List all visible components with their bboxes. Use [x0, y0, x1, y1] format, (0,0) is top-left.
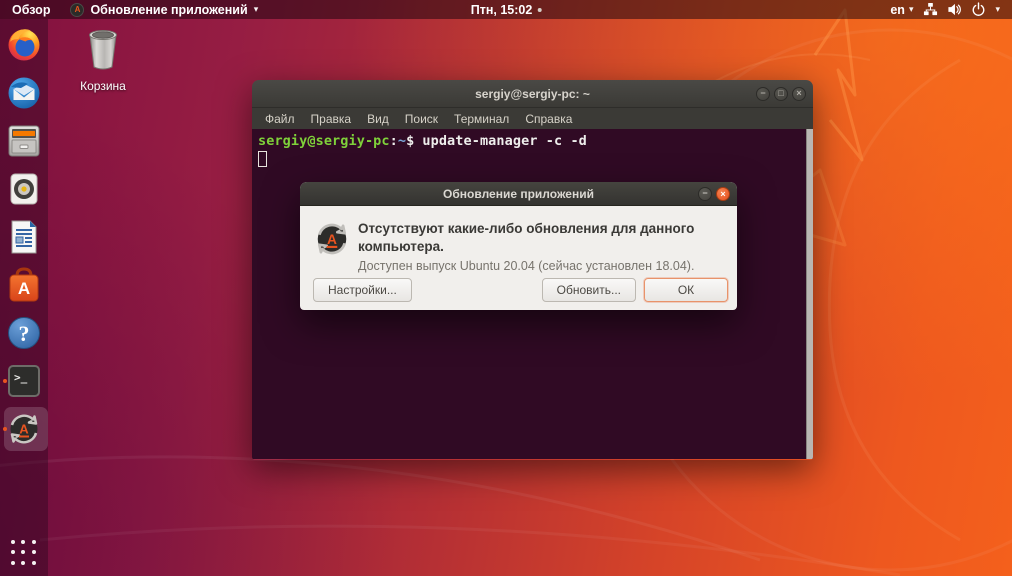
volume-icon: [948, 3, 962, 16]
thunderbird-icon: [8, 77, 40, 109]
dialog-detail: Доступен выпуск Ubuntu 20.04 (сейчас уст…: [358, 259, 695, 273]
files-icon: [8, 125, 40, 157]
window-title: sergiy@sergiy-pc: ~: [475, 86, 590, 101]
dialog-titlebar[interactable]: Обновление приложений − ×: [300, 182, 737, 206]
dialog-heading: Отсутствуют какие-либо обновления для да…: [358, 221, 695, 254]
dialog-content: A Отсутствуют какие-либо обновления для …: [300, 206, 737, 310]
dialog-button-row: Настройки... Обновить... ОК: [313, 278, 728, 302]
software-updater-icon: A: [317, 223, 347, 255]
app-menu-button[interactable]: A Обновление приложений ▾: [62, 0, 266, 19]
chevron-down-icon: ▾: [995, 4, 1000, 14]
prompt-user-host: sergiy@sergiy-pc: [258, 133, 390, 149]
trash-icon: [89, 30, 117, 70]
keyboard-layout-label: en: [890, 2, 905, 17]
chevron-down-icon: ▾: [253, 4, 259, 14]
notification-dot: [537, 7, 542, 12]
prompt-path: ~: [397, 133, 407, 149]
terminal-command: update-manager -c -d: [422, 133, 587, 149]
clock-label: Птн, 15:02: [470, 2, 533, 17]
chevron-down-icon: ▾: [908, 4, 914, 14]
menu-edit[interactable]: Правка: [303, 112, 360, 126]
close-button[interactable]: ×: [792, 86, 806, 101]
trash-label: Корзина: [80, 79, 126, 93]
keyboard-layout-button[interactable]: en ▾: [890, 3, 913, 17]
updater-letter: A: [19, 422, 29, 437]
sidebar-item-help[interactable]: ?: [2, 315, 46, 351]
top-bar: Обзор A Обновление приложений ▾ Птн, 15:…: [0, 0, 1012, 19]
system-menu-button[interactable]: ▾: [923, 2, 1000, 17]
upgrade-button[interactable]: Обновить...: [541, 278, 636, 302]
sidebar-item-ubuntu-software[interactable]: A: [2, 267, 46, 303]
dialog-title: Обновление приложений: [443, 186, 594, 201]
menu-terminal[interactable]: Терминал: [446, 112, 517, 126]
terminal-icon: >_: [8, 365, 40, 397]
svg-text:A: A: [327, 232, 337, 247]
terminal-menubar: Файл Правка Вид Поиск Терминал Справка: [252, 108, 813, 129]
activities-button[interactable]: Обзор: [0, 0, 62, 19]
sidebar-item-thunderbird[interactable]: [2, 75, 46, 111]
sidebar-item-terminal[interactable]: >_: [2, 363, 46, 399]
network-wired-icon: [924, 2, 938, 16]
power-icon: [973, 2, 985, 16]
help-icon: ?: [8, 317, 40, 349]
clock-button[interactable]: Птн, 15:02: [463, 0, 550, 19]
terminal-titlebar[interactable]: sergiy@sergiy-pc: ~ − □ ×: [252, 80, 813, 108]
menu-search[interactable]: Поиск: [397, 112, 446, 126]
settings-button[interactable]: Настройки...: [313, 278, 412, 302]
sidebar-item-software-updater[interactable]: A: [2, 407, 48, 451]
ubuntu-software-icon: A: [9, 267, 39, 302]
terminal-scrollbar[interactable]: [806, 129, 813, 459]
sidebar-item-firefox[interactable]: [2, 27, 46, 63]
terminal-prompt-glyph: >_: [14, 371, 28, 384]
writer-icon: [11, 220, 37, 254]
menu-file[interactable]: Файл: [257, 112, 303, 126]
help-question-glyph: ?: [19, 321, 30, 346]
maximize-button[interactable]: □: [774, 86, 788, 101]
software-updater-dialog: Обновление приложений − × A Отсутствуют …: [300, 182, 737, 310]
minimize-button[interactable]: −: [756, 86, 770, 101]
activities-label: Обзор: [12, 2, 51, 17]
terminal-prompt-line: sergiy@sergiy-pc:~$ update-manager -c -d: [258, 133, 587, 149]
firefox-icon: [8, 29, 40, 61]
sidebar-item-libreoffice-writer[interactable]: [2, 219, 46, 255]
menu-help[interactable]: Справка: [517, 112, 580, 126]
software-updater-icon: A: [70, 2, 85, 17]
app-menu-label: Обновление приложений: [90, 2, 248, 17]
close-button[interactable]: ×: [716, 186, 730, 201]
ok-button[interactable]: ОК: [644, 278, 728, 302]
menu-view[interactable]: Вид: [359, 112, 397, 126]
software-letter: A: [18, 279, 30, 298]
rhythmbox-icon: [10, 173, 38, 205]
dock: A ? >_ A: [0, 19, 48, 576]
trash-desktop-icon[interactable]: Корзина: [72, 26, 134, 93]
sidebar-item-files[interactable]: [2, 123, 46, 159]
software-updater-icon: A: [10, 414, 38, 444]
show-applications-button[interactable]: [9, 538, 39, 568]
terminal-cursor: [258, 151, 267, 167]
sidebar-item-rhythmbox[interactable]: [2, 171, 46, 207]
minimize-button[interactable]: −: [698, 186, 712, 201]
